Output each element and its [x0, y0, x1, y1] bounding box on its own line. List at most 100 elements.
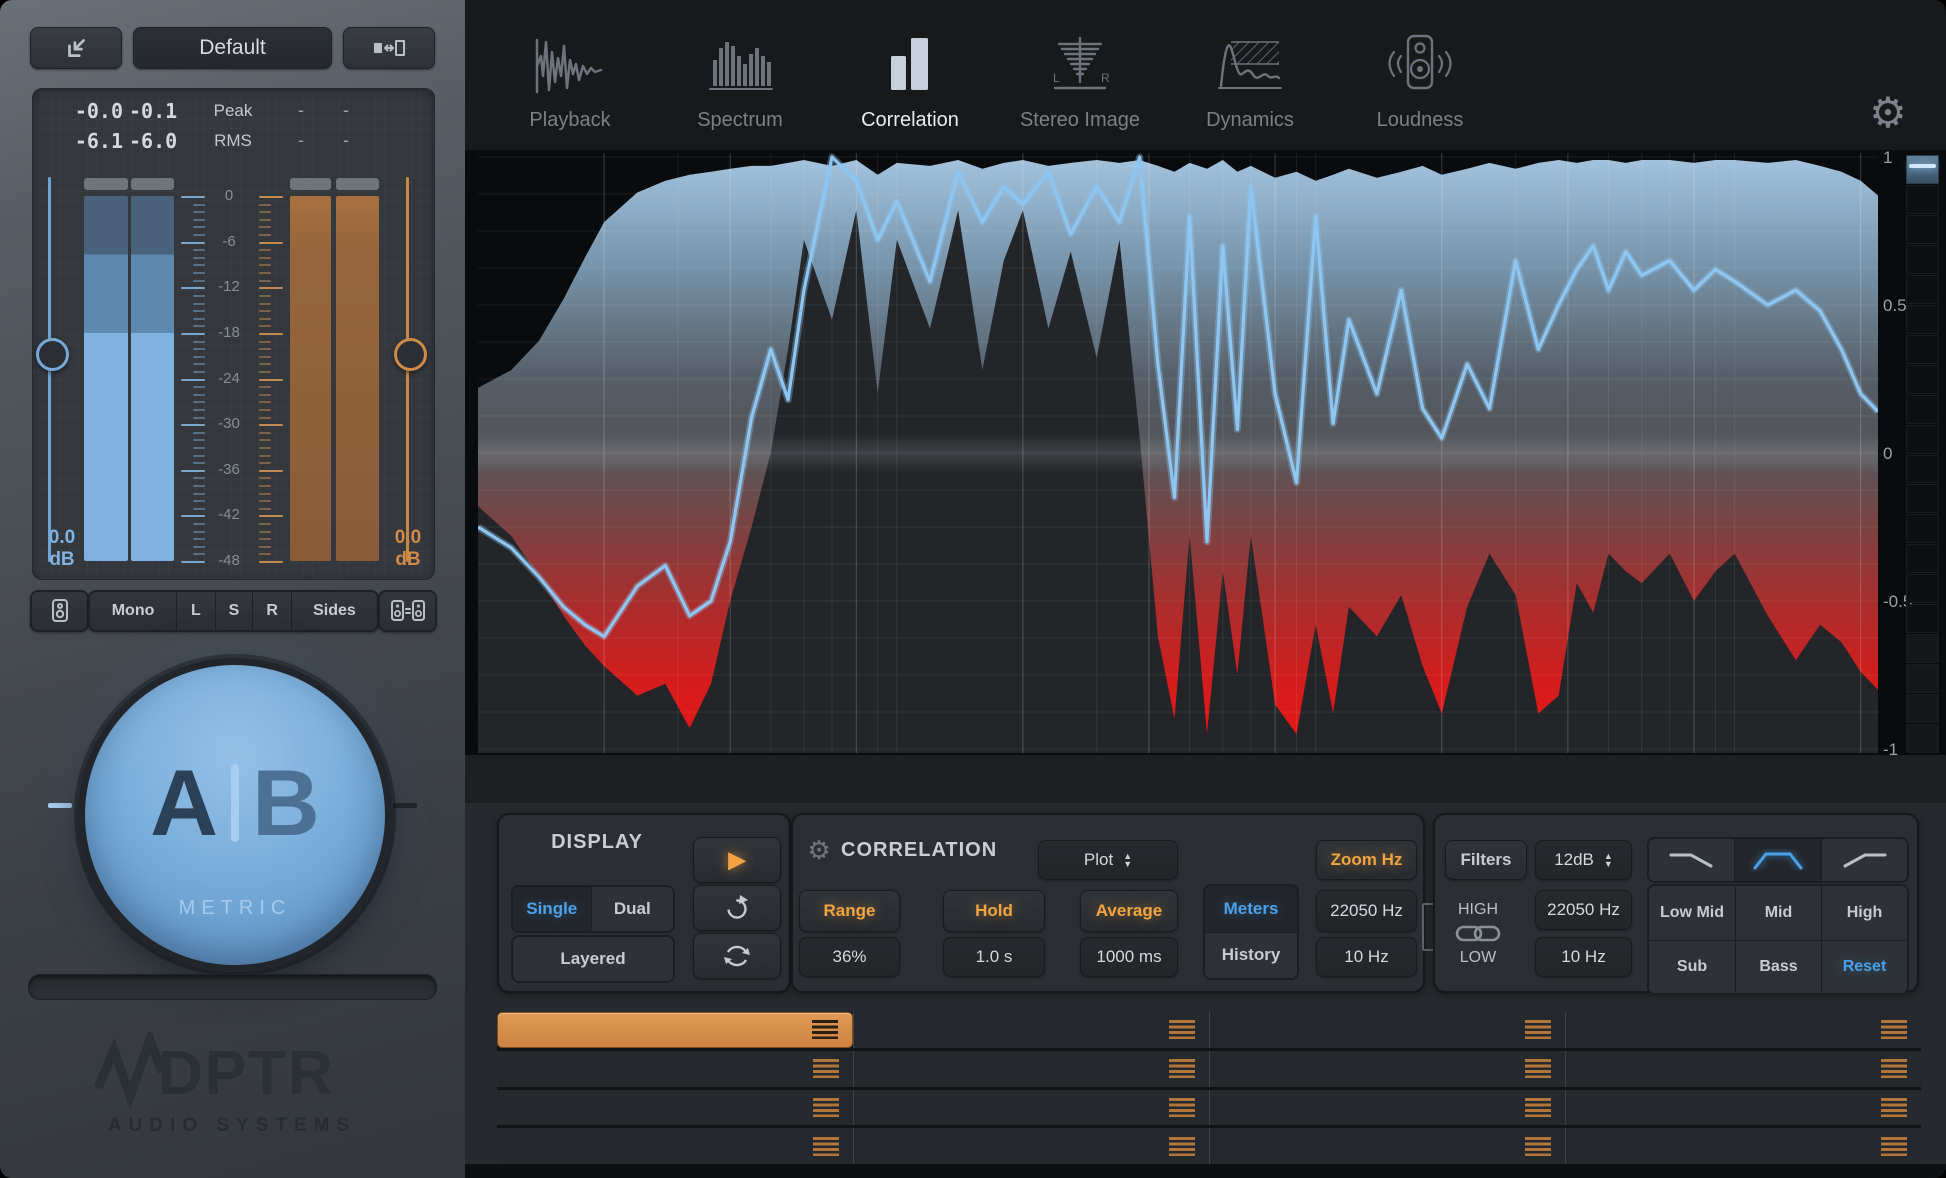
- tab-label: Playback: [529, 109, 610, 132]
- lane-drag-handle-icon[interactable]: [1525, 1137, 1551, 1156]
- single-button[interactable]: Single: [513, 887, 591, 931]
- loop-sync-button[interactable]: [693, 933, 781, 979]
- snapshot-lane[interactable]: [497, 1090, 853, 1126]
- snapshot-lane[interactable]: [1209, 1051, 1565, 1087]
- dual-button[interactable]: Dual: [591, 887, 673, 931]
- band-sub-button[interactable]: Sub: [1649, 940, 1735, 994]
- lane-drag-handle-icon[interactable]: [1169, 1137, 1195, 1156]
- tab-spectrum[interactable]: Spectrum: [655, 12, 825, 140]
- meter-tick: [259, 531, 271, 533]
- meter-tick: [259, 249, 271, 251]
- snapshot-lane[interactable]: [853, 1051, 1209, 1087]
- average-button[interactable]: Average: [1080, 890, 1178, 932]
- filter-low-value[interactable]: 10 Hz: [1535, 937, 1632, 977]
- bandpass-filter-button[interactable]: [1734, 839, 1820, 881]
- meter-tick: [193, 204, 205, 206]
- lane-drag-handle-icon[interactable]: [1169, 1098, 1195, 1117]
- band-high-button[interactable]: High: [1821, 886, 1907, 940]
- snapshot-lane[interactable]: [1209, 1090, 1565, 1126]
- zoom-low-value[interactable]: 10 Hz: [1316, 937, 1417, 977]
- meter-tick: [259, 371, 271, 373]
- snapshot-lane[interactable]: [1565, 1051, 1921, 1087]
- meters-button[interactable]: Meters: [1205, 886, 1297, 932]
- snapshot-lane[interactable]: [1565, 1128, 1921, 1164]
- snapshot-lane[interactable]: [853, 1128, 1209, 1164]
- lane-drag-handle-icon[interactable]: [1881, 1020, 1907, 1039]
- lane-drag-handle-icon[interactable]: [1881, 1059, 1907, 1078]
- band-mid-button[interactable]: Mid: [1735, 886, 1821, 940]
- zoom-high-value[interactable]: 22050 Hz: [1316, 890, 1417, 932]
- lane-drag-handle-icon[interactable]: [1525, 1098, 1551, 1117]
- plot-mode-dropdown[interactable]: Plot ▲▼: [1038, 840, 1178, 880]
- knob-b-tick: [393, 803, 417, 808]
- play-button[interactable]: ▶: [693, 837, 781, 883]
- svg-text:L: L: [1053, 71, 1060, 85]
- correlation-gear-icon[interactable]: ⚙: [803, 835, 835, 866]
- band-reset-button[interactable]: Reset: [1821, 940, 1907, 994]
- layered-button[interactable]: Layered: [513, 937, 673, 981]
- snapshot-lane[interactable]: [853, 1090, 1209, 1126]
- highpass-filter-button[interactable]: [1821, 839, 1907, 881]
- monitor-right[interactable]: R: [252, 592, 291, 630]
- monitor-left[interactable]: L: [176, 592, 215, 630]
- snapshot-lane[interactable]: [1209, 1128, 1565, 1164]
- lane-drag-handle-icon[interactable]: [813, 1137, 839, 1156]
- tab-dynamics[interactable]: Dynamics: [1165, 12, 1335, 140]
- zoom-hz-button[interactable]: Zoom Hz: [1316, 840, 1417, 880]
- lane-drag-handle-icon[interactable]: [1881, 1137, 1907, 1156]
- speaker-a-button[interactable]: [30, 590, 89, 632]
- playback-progress-bar[interactable]: [28, 974, 437, 1000]
- lane-drag-handle-icon[interactable]: [1525, 1020, 1551, 1039]
- link-chain-icon[interactable]: [1455, 923, 1501, 945]
- lowpass-filter-button[interactable]: [1649, 839, 1734, 881]
- ab-crossfade-knob[interactable]: A B METRIC: [78, 658, 392, 972]
- a-gain-slider-handle[interactable]: [36, 338, 69, 371]
- tab-loudness[interactable]: Loudness: [1335, 12, 1505, 140]
- speaker-match-button[interactable]: [378, 590, 437, 632]
- tab-stereo-image[interactable]: L R Stereo Image: [995, 12, 1165, 140]
- monitor-solo[interactable]: S: [215, 592, 253, 630]
- range-button[interactable]: Range: [799, 890, 900, 932]
- band-bass-button[interactable]: Bass: [1735, 940, 1821, 994]
- snapshot-lane-active[interactable]: [497, 1012, 853, 1048]
- tab-playback[interactable]: Playback: [485, 12, 655, 140]
- snapshot-lane[interactable]: [1209, 1012, 1565, 1048]
- lane-drag-handle-icon[interactable]: [813, 1059, 839, 1078]
- knob-b-label: B: [252, 749, 320, 857]
- average-value[interactable]: 1000 ms: [1080, 937, 1178, 977]
- filter-shape-switch: [1647, 837, 1909, 883]
- snapshot-lane[interactable]: [1565, 1012, 1921, 1048]
- filter-high-value[interactable]: 22050 Hz: [1535, 890, 1632, 930]
- slope-stepper[interactable]: 12dB ▲▼: [1535, 840, 1632, 880]
- collapse-window-button[interactable]: [30, 27, 122, 69]
- meter-tick: [193, 394, 205, 396]
- window-mode-button[interactable]: [343, 27, 435, 69]
- preset-selector[interactable]: Default: [133, 27, 332, 69]
- lane-drag-handle-icon[interactable]: [813, 1098, 839, 1117]
- lane-drag-handle-icon[interactable]: [1525, 1059, 1551, 1078]
- filters-button[interactable]: Filters: [1445, 840, 1527, 880]
- hold-button[interactable]: Hold: [943, 890, 1045, 932]
- lane-drag-handle-icon[interactable]: [812, 1020, 838, 1039]
- correlation-meter-segment: [1906, 455, 1939, 484]
- monitor-sides[interactable]: Sides: [291, 592, 377, 630]
- lane-drag-handle-icon[interactable]: [1881, 1098, 1907, 1117]
- settings-gear-icon[interactable]: ⚙: [1862, 86, 1914, 138]
- lane-drag-handle-icon[interactable]: [1169, 1059, 1195, 1078]
- tab-correlation[interactable]: Correlation: [825, 12, 995, 140]
- monitor-mono[interactable]: Mono: [90, 592, 176, 630]
- snapshot-lane[interactable]: [497, 1051, 853, 1087]
- restart-button[interactable]: [693, 885, 781, 931]
- lane-drag-handle-icon[interactable]: [1169, 1020, 1195, 1039]
- snapshot-lane[interactable]: [497, 1128, 853, 1164]
- band-low-mid-button[interactable]: Low Mid: [1649, 886, 1735, 940]
- b-gain-slider-handle[interactable]: [394, 338, 427, 371]
- snapshot-lane[interactable]: [853, 1012, 1209, 1048]
- range-value[interactable]: 36%: [799, 937, 900, 977]
- history-button[interactable]: History: [1205, 932, 1297, 979]
- snapshot-lane[interactable]: [1565, 1090, 1921, 1126]
- db-scale-label: -6: [205, 233, 253, 251]
- hold-value[interactable]: 1.0 s: [943, 937, 1045, 977]
- b-left-meter-cap: [290, 178, 331, 190]
- meter-tick: [259, 318, 271, 320]
